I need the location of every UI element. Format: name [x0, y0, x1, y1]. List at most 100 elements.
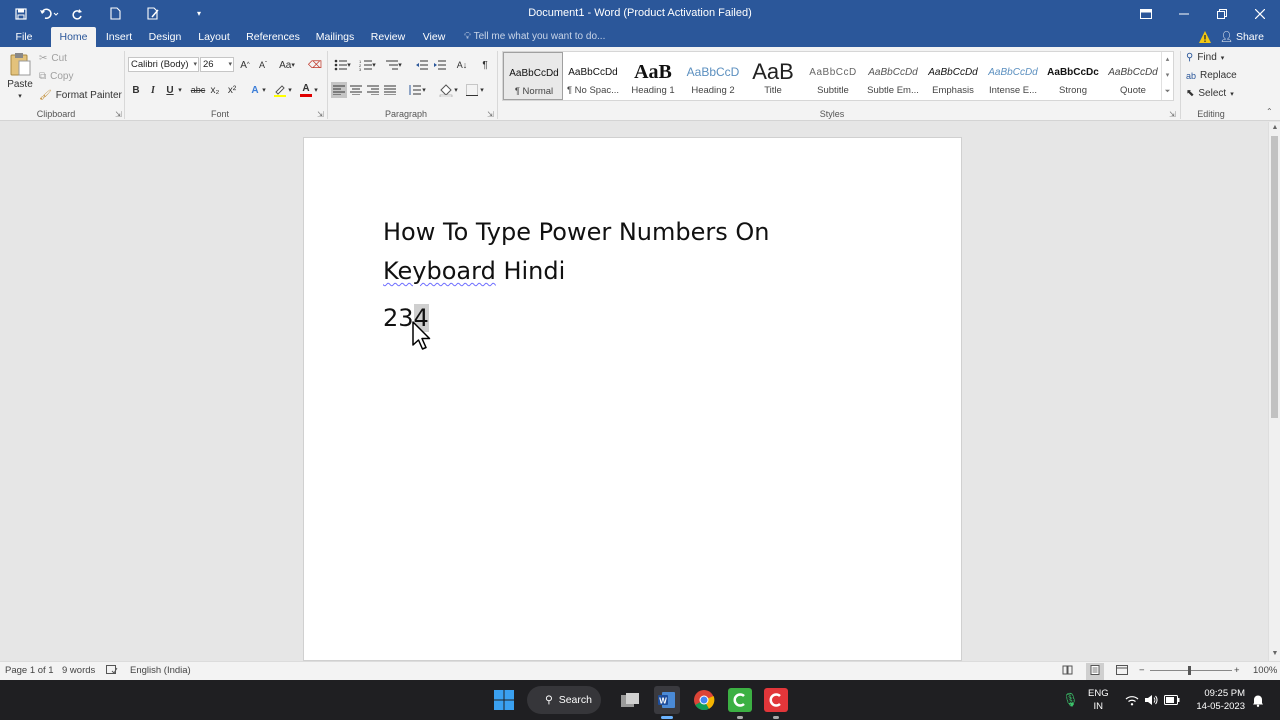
- document-page[interactable]: How To Type Power Numbers On Keyboard Hi…: [303, 137, 962, 661]
- close-button[interactable]: [1241, 0, 1279, 27]
- line-spacing-dropdown-icon[interactable]: ▾: [420, 82, 428, 98]
- style-heading-2[interactable]: AaBbCcD Heading 2: [683, 52, 743, 100]
- tab-home[interactable]: Home: [51, 27, 96, 47]
- page-count[interactable]: Page 1 of 1: [5, 665, 54, 676]
- copy-button[interactable]: ⧉ Copy: [39, 71, 74, 82]
- styles-dialog-launcher-icon[interactable]: ⇲: [1169, 110, 1176, 119]
- camtasia-green-icon[interactable]: [728, 688, 752, 712]
- camtasia-red-icon[interactable]: [764, 688, 788, 712]
- strikethrough-button[interactable]: abc: [189, 82, 207, 98]
- share-button[interactable]: 👤︎ Share: [1220, 27, 1264, 47]
- document-line-1[interactable]: How To Type Power Numbers On: [383, 218, 769, 246]
- language-status[interactable]: English (India): [130, 665, 191, 676]
- restore-button[interactable]: [1203, 0, 1241, 27]
- word-app-icon[interactable]: W: [654, 686, 680, 714]
- vertical-scrollbar[interactable]: ▲ ▼: [1268, 122, 1280, 661]
- document-line-2[interactable]: Keyboard Hindi: [383, 257, 565, 285]
- windows-start-icon[interactable]: [492, 688, 516, 712]
- cut-button[interactable]: ✂ Cut: [39, 53, 67, 64]
- font-color-dropdown-icon[interactable]: ▾: [312, 82, 320, 98]
- ribbon-display-options-icon[interactable]: [1127, 0, 1165, 27]
- subscript-button[interactable]: x₂: [207, 82, 223, 98]
- clear-formatting-icon[interactable]: ⌫: [307, 57, 323, 73]
- style-quote[interactable]: AaBbCcDd Quote: [1103, 52, 1163, 100]
- numbering-dropdown-icon[interactable]: ▾: [370, 57, 378, 73]
- font-size-select[interactable]: 26 ▾: [200, 57, 234, 72]
- increase-indent-icon[interactable]: [431, 57, 447, 73]
- scroll-up-icon[interactable]: ▲: [1269, 124, 1280, 131]
- input-language[interactable]: ENG IN: [1088, 680, 1109, 720]
- shrink-font-button[interactable]: Aˇ: [255, 57, 271, 73]
- italic-button[interactable]: I: [145, 82, 161, 98]
- style-emphasis[interactable]: AaBbCcDd Emphasis: [923, 52, 983, 100]
- minimize-button[interactable]: [1165, 0, 1203, 27]
- align-right-icon[interactable]: [365, 82, 381, 98]
- highlight-dropdown-icon[interactable]: ▾: [286, 82, 294, 98]
- word-count[interactable]: 9 words: [62, 665, 95, 676]
- tab-file[interactable]: File: [8, 27, 40, 47]
- tab-mailings[interactable]: Mailings: [310, 27, 360, 47]
- print-layout-icon[interactable]: [1086, 663, 1104, 680]
- taskbar-search[interactable]: ⚲ Search: [527, 686, 601, 714]
- tell-me-search[interactable]: 💡︎ Tell me what you want to do...: [464, 27, 605, 47]
- bullets-dropdown-icon[interactable]: ▾: [345, 57, 353, 73]
- decrease-indent-icon[interactable]: [413, 57, 429, 73]
- task-view-icon[interactable]: [618, 688, 642, 712]
- multilevel-dropdown-icon[interactable]: ▾: [396, 57, 404, 73]
- paste-button[interactable]: Paste ▾: [6, 51, 34, 101]
- collapse-ribbon-icon[interactable]: ⌃: [1266, 107, 1273, 116]
- chevron-up-icon[interactable]: ▴: [1162, 52, 1173, 68]
- more-styles-icon[interactable]: ⏷: [1162, 84, 1173, 100]
- zoom-level[interactable]: 100%: [1253, 665, 1277, 676]
- style-intense-emphasis[interactable]: AaBbCcDd Intense E...: [983, 52, 1043, 100]
- zoom-out-button[interactable]: −: [1139, 665, 1145, 676]
- styles-scroll[interactable]: ▴ ▾ ⏷: [1161, 52, 1173, 100]
- shading-dropdown-icon[interactable]: ▾: [452, 82, 460, 98]
- volume-icon[interactable]: [1144, 680, 1158, 720]
- wifi-icon[interactable]: [1125, 680, 1139, 720]
- justify-icon[interactable]: [382, 82, 398, 98]
- tab-insert[interactable]: Insert: [100, 27, 138, 47]
- superscript-button[interactable]: x²: [224, 82, 240, 98]
- zoom-slider-thumb[interactable]: [1188, 666, 1191, 675]
- find-button[interactable]: ⚲ Find ▾: [1186, 52, 1224, 63]
- chevron-down-icon[interactable]: ▾: [1162, 68, 1173, 84]
- align-left-icon[interactable]: [331, 82, 347, 98]
- format-painter-button[interactable]: 🖌︎ Format Painter: [39, 90, 122, 101]
- microphone-icon[interactable]: 🎙︎: [1062, 680, 1079, 720]
- scrollbar-thumb[interactable]: [1271, 136, 1278, 418]
- align-center-icon[interactable]: [348, 82, 364, 98]
- style-subtle-emphasis[interactable]: AaBbCcDd Subtle Em...: [863, 52, 923, 100]
- tab-view[interactable]: View: [417, 27, 451, 47]
- font-dialog-launcher-icon[interactable]: ⇲: [317, 110, 324, 119]
- clipboard-dialog-launcher-icon[interactable]: ⇲: [115, 110, 122, 119]
- bold-button[interactable]: B: [128, 82, 144, 98]
- tab-design[interactable]: Design: [144, 27, 186, 47]
- style-subtitle[interactable]: AaBbCcD Subtitle: [803, 52, 863, 100]
- zoom-slider[interactable]: [1150, 670, 1232, 671]
- tab-review[interactable]: Review: [366, 27, 410, 47]
- proofing-icon[interactable]: [106, 665, 118, 678]
- style-heading-1[interactable]: AaB Heading 1: [623, 52, 683, 100]
- tab-layout[interactable]: Layout: [194, 27, 234, 47]
- paragraph-dialog-launcher-icon[interactable]: ⇲: [487, 110, 494, 119]
- tab-references[interactable]: References: [242, 27, 304, 47]
- style-title[interactable]: AaB Title: [743, 52, 803, 100]
- zoom-in-button[interactable]: +: [1234, 665, 1240, 676]
- warning-icon[interactable]: [1198, 30, 1212, 44]
- font-name-select[interactable]: Calibri (Body) ▾: [128, 57, 199, 72]
- grow-font-button[interactable]: A ^: [237, 57, 253, 73]
- style-normal[interactable]: AaBbCcDd ¶ Normal: [503, 52, 563, 100]
- read-mode-icon[interactable]: [1062, 665, 1073, 678]
- replace-button[interactable]: ab Replace: [1186, 70, 1237, 81]
- battery-icon[interactable]: [1164, 680, 1180, 720]
- select-button[interactable]: ⬉ Select ▾: [1186, 88, 1234, 99]
- underline-dropdown-icon[interactable]: ▾: [176, 82, 184, 98]
- style-no-spacing[interactable]: AaBbCcDd ¶ No Spac...: [563, 52, 623, 100]
- clock[interactable]: 09:25 PM 14-05-2023: [1193, 680, 1245, 720]
- show-formatting-marks-icon[interactable]: ¶: [477, 57, 493, 73]
- notification-icon[interactable]: [1252, 680, 1264, 720]
- chrome-icon[interactable]: [692, 688, 716, 712]
- change-case-button[interactable]: Aa ▾: [276, 57, 298, 73]
- sort-icon[interactable]: A↓: [454, 57, 470, 73]
